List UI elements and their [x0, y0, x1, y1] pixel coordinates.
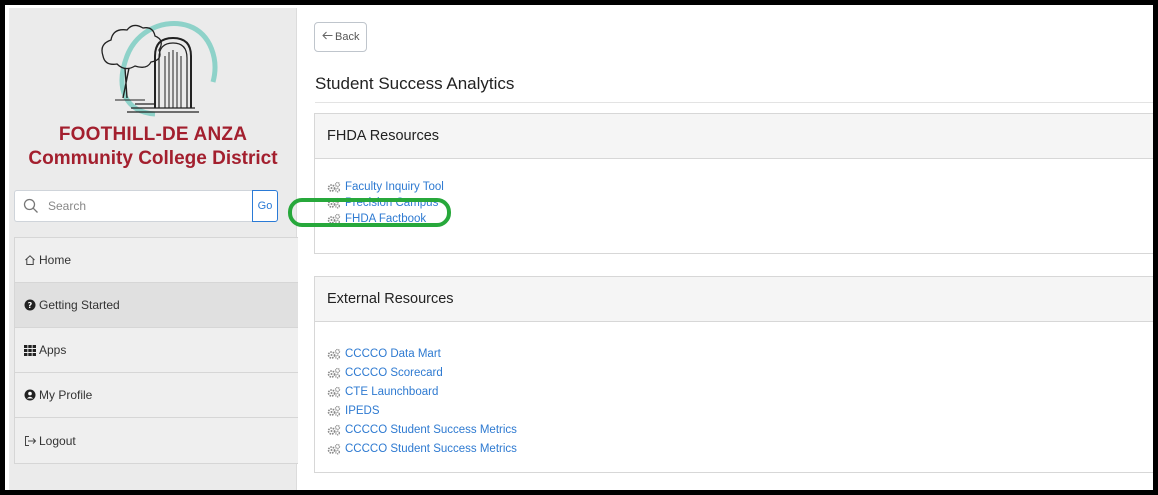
- link-label: IPEDS: [345, 404, 380, 417]
- link-label: CTE Launchboard: [345, 385, 439, 398]
- question-circle-icon: ?: [23, 298, 37, 312]
- back-button-label: Back: [335, 31, 360, 43]
- link-cccco-student-success-metrics[interactable]: CCCCO Student Success Metrics: [327, 420, 1147, 439]
- link-cccco-student-success-metrics-2[interactable]: CCCCO Student Success Metrics: [327, 439, 1147, 458]
- panel-body: CCCCO Data Mart CCCCO Scorecard CTE Laun…: [315, 322, 1153, 472]
- search-box: [14, 190, 252, 222]
- district-logo[interactable]: FOOTHILL-DE ANZA Community College Distr…: [9, 8, 297, 186]
- link-ipeds[interactable]: IPEDS: [327, 401, 1147, 420]
- sidebar-nav: Home ? Getting Started Apps My Profile L…: [14, 237, 299, 464]
- cogs-icon: [327, 443, 341, 454]
- sidebar-item-home[interactable]: Home: [15, 238, 298, 283]
- link-label: CCCCO Data Mart: [345, 347, 441, 360]
- sidebar-item-label: My Profile: [39, 388, 93, 402]
- home-icon: [23, 253, 37, 267]
- search-form: Go: [14, 190, 278, 222]
- page-title: Student Success Analytics: [315, 74, 515, 93]
- sidebar-item-logout[interactable]: Logout: [15, 418, 298, 463]
- external-resources-panel: External Resources CCCCO Data Mart CCCCO…: [314, 276, 1153, 473]
- district-name-line1: FOOTHILL-DE ANZA: [58, 124, 248, 145]
- fhda-resources-panel: FHDA Resources Faculty Inquiry Tool Prec…: [314, 113, 1153, 254]
- panel-title: External Resources: [315, 277, 1153, 322]
- logout-icon: [23, 434, 37, 448]
- cogs-icon: [327, 181, 341, 193]
- search-go-button[interactable]: Go: [252, 190, 278, 222]
- link-cccco-scorecard[interactable]: CCCCO Scorecard: [327, 363, 1147, 382]
- sidebar-item-label: Logout: [39, 433, 76, 448]
- search-icon: [23, 198, 38, 213]
- cogs-icon: [327, 424, 341, 435]
- link-fhda-factbook[interactable]: FHDA Factbook: [327, 211, 1147, 227]
- user-circle-icon: [23, 388, 37, 402]
- sidebar: FOOTHILL-DE ANZA Community College Distr…: [9, 8, 299, 490]
- panel-title: FHDA Resources: [315, 114, 1153, 159]
- cogs-icon: [327, 348, 341, 359]
- link-faculty-inquiry-tool[interactable]: Faculty Inquiry Tool: [327, 179, 1147, 195]
- link-label: CCCCO Student Success Metrics: [345, 423, 517, 436]
- link-cccco-data-mart[interactable]: CCCCO Data Mart: [327, 344, 1147, 363]
- link-precision-campus[interactable]: Precision Campus: [327, 195, 1147, 211]
- cogs-icon: [327, 386, 341, 397]
- cogs-icon: [327, 197, 341, 209]
- back-button[interactable]: Back: [314, 22, 368, 52]
- link-label: Precision Campus: [345, 197, 439, 209]
- main-content: Back Student Success Analytics FHDA Reso…: [298, 8, 1153, 490]
- grid-icon: [23, 343, 37, 357]
- title-divider: [315, 102, 1153, 103]
- sidebar-item-label: Home: [39, 253, 72, 267]
- link-label: CCCCO Student Success Metrics: [345, 442, 517, 455]
- sidebar-item-label: Getting Started: [39, 298, 120, 312]
- link-cte-launchboard[interactable]: CTE Launchboard: [327, 382, 1147, 401]
- svg-text:?: ?: [28, 301, 33, 310]
- arrow-left-icon: [322, 31, 333, 43]
- sidebar-item-label: Apps: [39, 343, 67, 357]
- sidebar-item-apps[interactable]: Apps: [15, 328, 298, 373]
- cogs-icon: [327, 213, 341, 225]
- link-label: CCCCO Scorecard: [345, 366, 443, 379]
- sidebar-item-my-profile[interactable]: My Profile: [15, 373, 298, 418]
- panel-body: Faculty Inquiry Tool Precision Campus FH…: [315, 159, 1153, 253]
- district-name-line2: Community College District: [28, 148, 278, 169]
- logo-arch-tree-icon: [101, 21, 218, 117]
- cogs-icon: [327, 367, 341, 378]
- cogs-icon: [327, 405, 341, 416]
- search-input[interactable]: [48, 199, 228, 213]
- link-label: Faculty Inquiry Tool: [345, 181, 444, 193]
- link-label: FHDA Factbook: [345, 213, 427, 225]
- sidebar-item-getting-started[interactable]: ? Getting Started: [15, 283, 298, 328]
- screenshot-frame: FOOTHILL-DE ANZA Community College Distr…: [0, 0, 1158, 495]
